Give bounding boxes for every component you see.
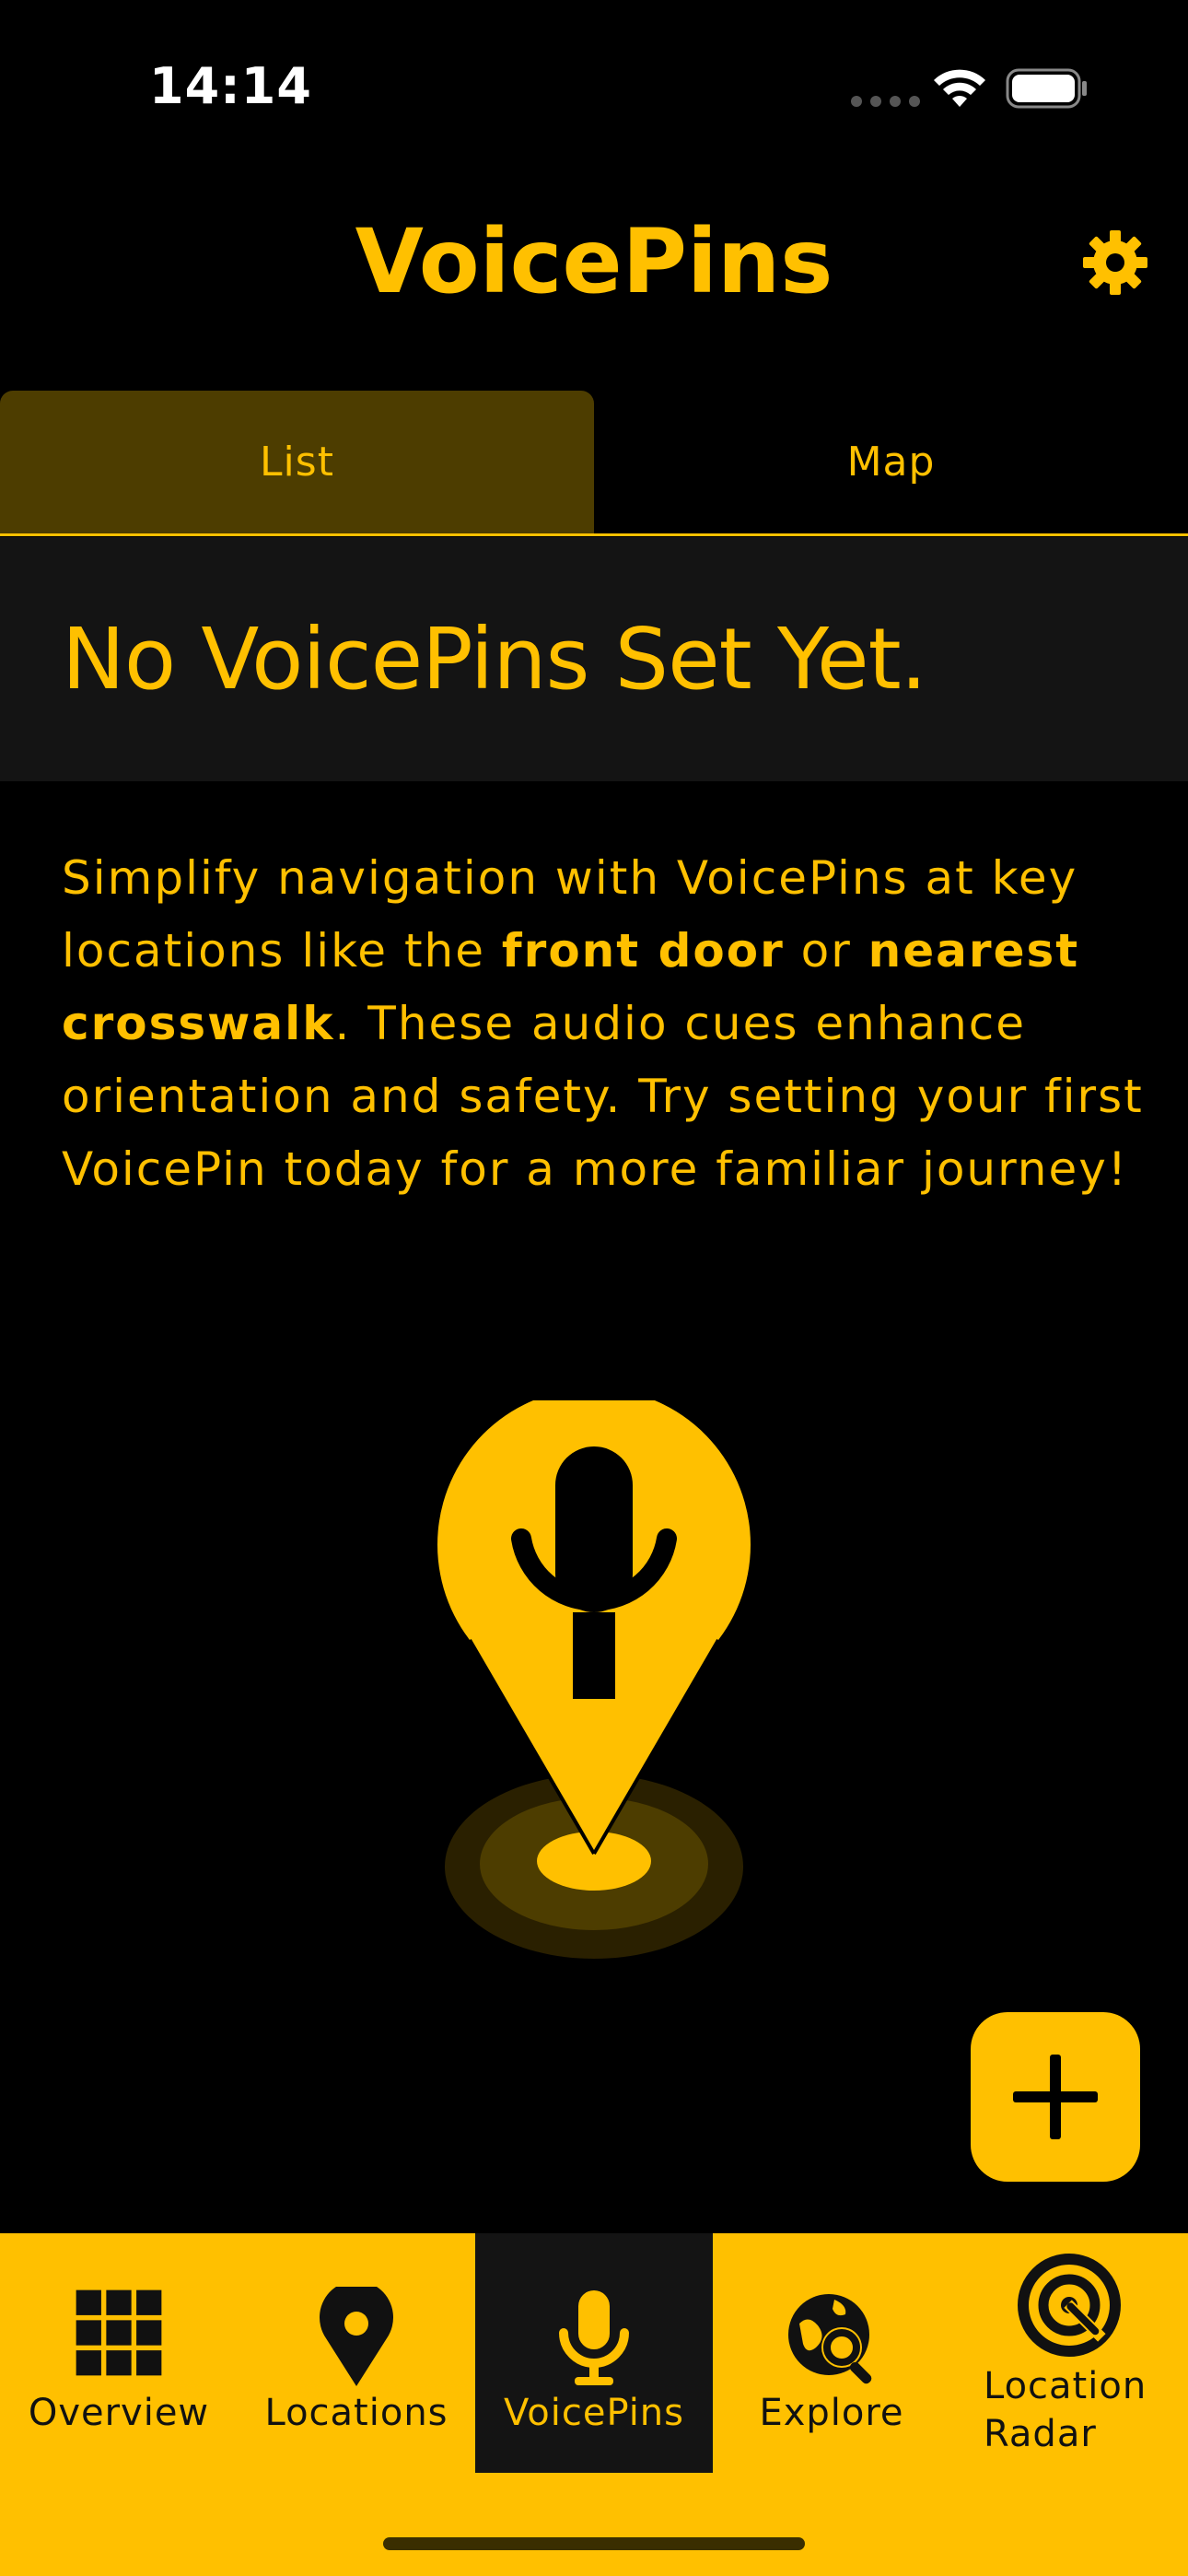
gear-icon (1083, 230, 1147, 295)
settings-button[interactable] (1081, 228, 1149, 297)
map-pin-icon (320, 2287, 393, 2386)
radar-icon (1018, 2254, 1121, 2357)
nav-label: Locations (264, 2392, 448, 2434)
nav-label: VoicePins (504, 2392, 684, 2434)
empty-state-description: Simplify navigation with VoicePins at ke… (62, 842, 1148, 1206)
empty-state-title: No VoicePins Set Yet. (62, 610, 927, 708)
battery-icon (1006, 68, 1087, 109)
grid-icon (76, 2289, 162, 2376)
globe-search-icon (788, 2294, 872, 2384)
nav-item-explore[interactable]: Explore (713, 2233, 950, 2473)
add-voicepin-button[interactable] (971, 2012, 1140, 2182)
voicepins-screen: 14:14 VoicePins List Map No VoicePins Se… (0, 0, 1188, 2576)
nav-label: Explore (759, 2392, 904, 2434)
view-switcher: List Map (0, 391, 1188, 536)
bottom-nav: Overview Locations VoicePins Explore Loc… (0, 2233, 1188, 2576)
home-indicator[interactable] (383, 2537, 805, 2550)
cellular-signal-icon (851, 96, 920, 107)
nav-label: Overview (28, 2392, 210, 2434)
desc-text: or (784, 924, 868, 978)
tab-map[interactable]: Map (594, 391, 1188, 533)
plus-icon (1013, 2055, 1098, 2139)
nav-item-location-radar[interactable]: Location Radar (950, 2233, 1188, 2473)
wifi-icon (934, 69, 985, 107)
microphone-icon (559, 2290, 629, 2385)
voice-pin-icon (437, 1400, 751, 1959)
nav-item-voicepins[interactable]: VoicePins (475, 2233, 713, 2473)
nav-item-overview[interactable]: Overview (0, 2233, 238, 2473)
status-time: 14:14 (149, 57, 312, 115)
desc-bold-front-door: front door (501, 924, 785, 978)
page-title: VoicePins (355, 210, 833, 313)
nav-item-locations[interactable]: Locations (238, 2233, 475, 2473)
tab-list[interactable]: List (0, 391, 594, 533)
nav-label: Location Radar (984, 2365, 1147, 2455)
status-bar: 14:14 (0, 0, 1188, 175)
